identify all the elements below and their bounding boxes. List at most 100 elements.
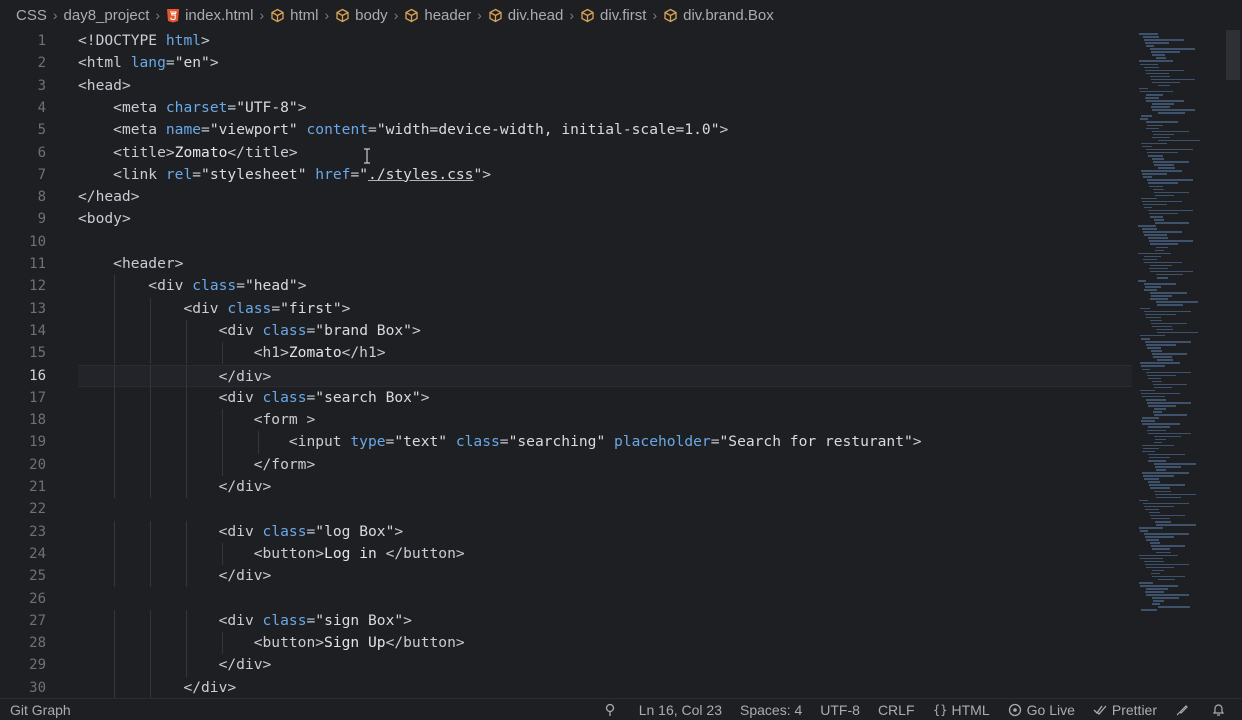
line-number: 7 bbox=[37, 166, 46, 183]
code-line[interactable]: <input type="text" class="searching" pla… bbox=[78, 431, 1132, 453]
code-line[interactable]: <title>Zomato</title> bbox=[78, 142, 1132, 164]
code-line[interactable]: <div class="head"> bbox=[78, 275, 1132, 297]
breadcrumb-item[interactable]: day8_project bbox=[64, 7, 150, 24]
bell-icon bbox=[1212, 704, 1225, 716]
code-line[interactable]: <div class="brand Box"> bbox=[78, 320, 1132, 342]
code-line[interactable]: <html lang="en"> bbox=[78, 52, 1132, 74]
indent-guide bbox=[150, 654, 151, 677]
minimap-line bbox=[1152, 548, 1170, 550]
line-number: 18 bbox=[29, 412, 46, 429]
language-label: HTML bbox=[951, 702, 990, 718]
minimap-line bbox=[1157, 304, 1183, 306]
code-line[interactable] bbox=[78, 588, 1132, 610]
minimap-line bbox=[1158, 578, 1175, 581]
breadcrumb-item-label: div.brand.Box bbox=[683, 6, 774, 24]
code-line[interactable]: <div class="sign Box"> bbox=[78, 610, 1132, 632]
breadcrumb-item[interactable]: div.first bbox=[580, 7, 646, 24]
code-line[interactable]: </form> bbox=[78, 454, 1132, 476]
indent-guide bbox=[114, 319, 115, 343]
minimap-line bbox=[1147, 151, 1178, 154]
html5-icon bbox=[166, 8, 180, 23]
minimap-line bbox=[1139, 554, 1178, 557]
minimap-line bbox=[1142, 395, 1165, 398]
sync-indicator[interactable] bbox=[604, 703, 621, 717]
minimap-line bbox=[1156, 301, 1198, 303]
feedback-button[interactable] bbox=[1175, 703, 1194, 717]
svg-text:{}: {} bbox=[933, 703, 947, 717]
minimap-line bbox=[1154, 164, 1174, 166]
code-line[interactable]: <button>Sign Up</button> bbox=[78, 632, 1132, 654]
code-line[interactable]: <form > bbox=[78, 409, 1132, 431]
encoding[interactable]: UTF-8 bbox=[820, 702, 860, 718]
indentation[interactable]: Spaces: 4 bbox=[740, 702, 802, 718]
code-line[interactable]: <meta name="viewport" content="width=dev… bbox=[78, 119, 1132, 141]
code-line[interactable]: </div> bbox=[78, 654, 1132, 676]
notifications-button[interactable] bbox=[1212, 703, 1230, 717]
minimap-line bbox=[1154, 441, 1162, 444]
vertical-scrollbar[interactable] bbox=[1226, 30, 1240, 698]
code-line[interactable]: </div> bbox=[78, 476, 1132, 498]
minimap-line bbox=[1155, 466, 1181, 468]
code-area[interactable]: <!DOCTYPE html> <html lang="en"> <head> <m… bbox=[78, 30, 1132, 698]
cursor-position[interactable]: Ln 16, Col 23 bbox=[639, 702, 722, 718]
minimap-line bbox=[1140, 334, 1165, 337]
minimap-line bbox=[1149, 456, 1170, 459]
minimap-line bbox=[1145, 536, 1174, 538]
git-graph-button[interactable]: Git Graph bbox=[10, 702, 71, 718]
minimap-line bbox=[1156, 273, 1183, 276]
code-editor[interactable]: 1 2 3 4 5 6 7 8 9 10 11 12 13 14 15 16 17 18 19 20 21 22 23 24 2… bbox=[0, 30, 1242, 698]
code-line[interactable]: <!DOCTYPE html> bbox=[78, 30, 1132, 52]
line-number: 1 bbox=[37, 33, 46, 49]
code-line[interactable]: <link rel="stylesheet" href="./styles.cs… bbox=[78, 164, 1132, 186]
go-live-button[interactable]: Go Live bbox=[1008, 702, 1075, 718]
minimap-line bbox=[1152, 109, 1195, 111]
line-number: 9 bbox=[37, 211, 46, 228]
minimap-line bbox=[1140, 63, 1158, 65]
code-line[interactable]: <body> bbox=[78, 208, 1132, 230]
line-number: 17 bbox=[29, 389, 46, 406]
code-line[interactable]: <div class="search Box"> bbox=[78, 387, 1132, 409]
breadcrumb-item[interactable]: CSS bbox=[16, 7, 47, 24]
minimap-line bbox=[1145, 97, 1159, 99]
code-line[interactable]: </head> bbox=[78, 186, 1132, 208]
minimap[interactable] bbox=[1136, 30, 1226, 630]
code-line[interactable]: </div> bbox=[78, 565, 1132, 587]
code-line[interactable]: <button>Log in </button> bbox=[78, 543, 1132, 565]
indent-guide bbox=[114, 609, 115, 633]
code-line[interactable]: <header> bbox=[78, 253, 1132, 275]
code-line[interactable]: <head> bbox=[78, 75, 1132, 97]
indent-guide bbox=[186, 654, 187, 677]
language-mode[interactable]: {} HTML bbox=[933, 702, 990, 718]
breadcrumb-item[interactable]: header bbox=[404, 7, 471, 24]
line-number: 14 bbox=[29, 322, 46, 339]
breadcrumb-item[interactable]: body bbox=[335, 7, 388, 24]
code-line[interactable]: <div class="first"> bbox=[78, 298, 1132, 320]
code-line[interactable]: </div> bbox=[78, 677, 1132, 698]
minimap-line bbox=[1156, 496, 1181, 499]
indent-guide bbox=[258, 431, 259, 454]
minimap-line bbox=[1155, 194, 1174, 197]
end-of-line[interactable]: CRLF bbox=[878, 702, 915, 718]
minimap-line bbox=[1140, 90, 1173, 93]
code-line[interactable]: <div class="log Box"> bbox=[78, 521, 1132, 543]
code-line[interactable]: </div> bbox=[78, 364, 1132, 387]
code-line[interactable]: <h1>Zomato</h1> bbox=[78, 342, 1132, 364]
breadcrumb-item[interactable]: div.head bbox=[488, 7, 563, 24]
code-line[interactable] bbox=[78, 231, 1132, 253]
indent-guide bbox=[114, 364, 115, 387]
breadcrumb-item[interactable]: index.html bbox=[166, 7, 253, 24]
code-line[interactable] bbox=[78, 498, 1132, 520]
breadcrumb-item[interactable]: html bbox=[270, 7, 318, 24]
code-line[interactable]: <meta charset="UTF-8"> bbox=[78, 97, 1132, 119]
indent-guide bbox=[186, 386, 187, 410]
scrollbar-thumb[interactable] bbox=[1226, 30, 1240, 80]
minimap-line bbox=[1158, 84, 1170, 87]
minimap-line bbox=[1140, 118, 1148, 120]
prettier-button[interactable]: Prettier bbox=[1093, 702, 1157, 718]
minimap-line bbox=[1138, 280, 1146, 282]
indent-guide bbox=[150, 431, 151, 454]
minimap-line bbox=[1154, 414, 1187, 416]
breadcrumb-item[interactable]: div.brand.Box bbox=[663, 7, 774, 24]
indent-guide bbox=[186, 342, 187, 365]
minimap-line bbox=[1143, 36, 1159, 38]
